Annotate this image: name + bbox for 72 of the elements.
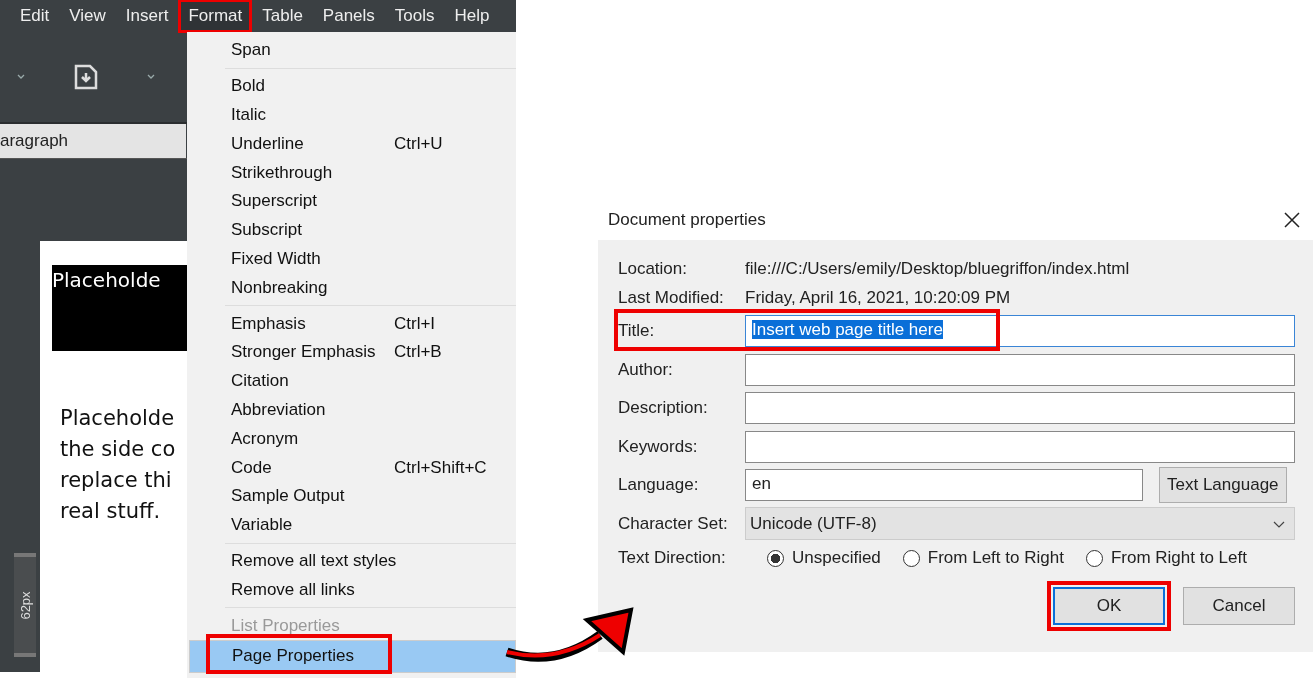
menu-item[interactable]: Acronym [187,424,516,454]
menu-item[interactable]: Remove all links [187,575,516,605]
menu-item[interactable]: Remove all text styles [187,546,516,576]
menu-bar-item[interactable]: Help [444,0,500,33]
menu-item[interactable]: Abbreviation [187,395,516,425]
menu-item[interactable]: Underline Ctrl+U [187,129,516,159]
radio-label: Unspecified [792,548,881,568]
text-field[interactable] [745,430,1295,463]
info-value: file:///C:/Users/emily/Desktop/bluegriffon/index.html [745,258,1130,279]
field-label: Title: [618,321,656,342]
radio-option[interactable]: From Right to Left [1085,548,1247,568]
menu-item[interactable]: Bold [187,71,516,101]
dialog-title: Document properties [608,210,766,230]
character-set-dropdown[interactable]: Unicode (UTF-8) [745,507,1295,541]
format-dropdown[interactable]: aragraph [0,124,186,158]
text-language-button[interactable]: Text Language [1159,467,1287,504]
menu-item[interactable]: Italic [187,100,516,130]
paragraph-line: real stuff. [60,498,161,525]
menu-bar-item[interactable]: Edit [10,0,60,33]
menu-bar-item[interactable]: Panels [312,0,385,33]
menu-item[interactable]: Subscript [187,215,516,245]
field-label: Last Modified: [618,287,725,308]
menu-item[interactable]: Fixed Width [187,244,516,274]
paragraph-line: the side co [60,436,176,463]
close-icon[interactable] [1283,211,1301,229]
field-label: Location: [618,258,688,279]
radio-option[interactable]: Unspecified [767,548,881,568]
text-field[interactable]: en [745,469,1143,502]
menu-item[interactable]: Variable [187,510,516,540]
shortcut-text: Ctrl+B [394,342,442,363]
text-field[interactable]: Insert web page title here [745,315,1295,348]
menu-item[interactable]: Superscript [187,187,516,216]
shortcut-text: Ctrl+I [394,313,436,334]
text-field[interactable] [745,353,1295,386]
menu-item[interactable]: Emphasis Ctrl+I [187,309,516,338]
menu-bar-item[interactable]: Insert [115,0,179,33]
field-label: Text Direction: [618,548,727,568]
menu-bar-item[interactable]: Format [178,0,253,33]
dialog-button[interactable]: OK [1053,587,1165,625]
text-field[interactable] [745,392,1295,425]
radio-button[interactable] [902,549,920,567]
shortcut-text: Ctrl+U [394,133,443,154]
field-label: Keywords: [618,436,699,457]
field-label: Character Set: [618,513,729,534]
radio-option[interactable]: From Left to Right [902,548,1064,568]
shortcut-text: Ctrl+Shift+C [394,457,487,478]
dropdown-caret-icon[interactable] [16,73,26,81]
field-label: Description: [618,398,709,419]
menu-item[interactable]: Span [187,36,516,65]
radio-button[interactable] [1085,549,1103,567]
field-label: Author: [618,359,674,380]
menu-item[interactable]: Sample Output [187,481,516,511]
field-label: Language: [618,475,700,496]
menu-item[interactable]: Citation [187,366,516,396]
info-value: Friday, April 16, 2021, 10:20:09 PM [745,287,1011,308]
radio-label: From Right to Left [1110,548,1247,568]
save-file-icon[interactable] [74,64,98,90]
dropdown-caret-icon[interactable] [146,73,156,81]
header-text: Placeholde [52,268,161,292]
paragraph-line: replace thi [60,467,172,494]
dialog-button[interactable]: Cancel [1183,587,1295,625]
menu-item[interactable]: Nonbreaking [187,273,516,303]
menu-bar-item[interactable]: Tools [384,0,445,33]
radio-label: From Left to Right [927,548,1064,568]
menu-item[interactable]: Code Ctrl+Shift+C [187,453,516,482]
paragraph-line: Placeholde [60,405,175,432]
radio-button[interactable] [767,549,784,567]
ruler-label: 62px [17,590,33,620]
menu-item[interactable]: Strikethrough [187,158,516,187]
menu-bar-item[interactable]: View [59,0,116,33]
menu-bar-item[interactable]: Table [252,0,313,33]
menu-item[interactable]: Stronger Emphasis Ctrl+B [187,337,516,367]
